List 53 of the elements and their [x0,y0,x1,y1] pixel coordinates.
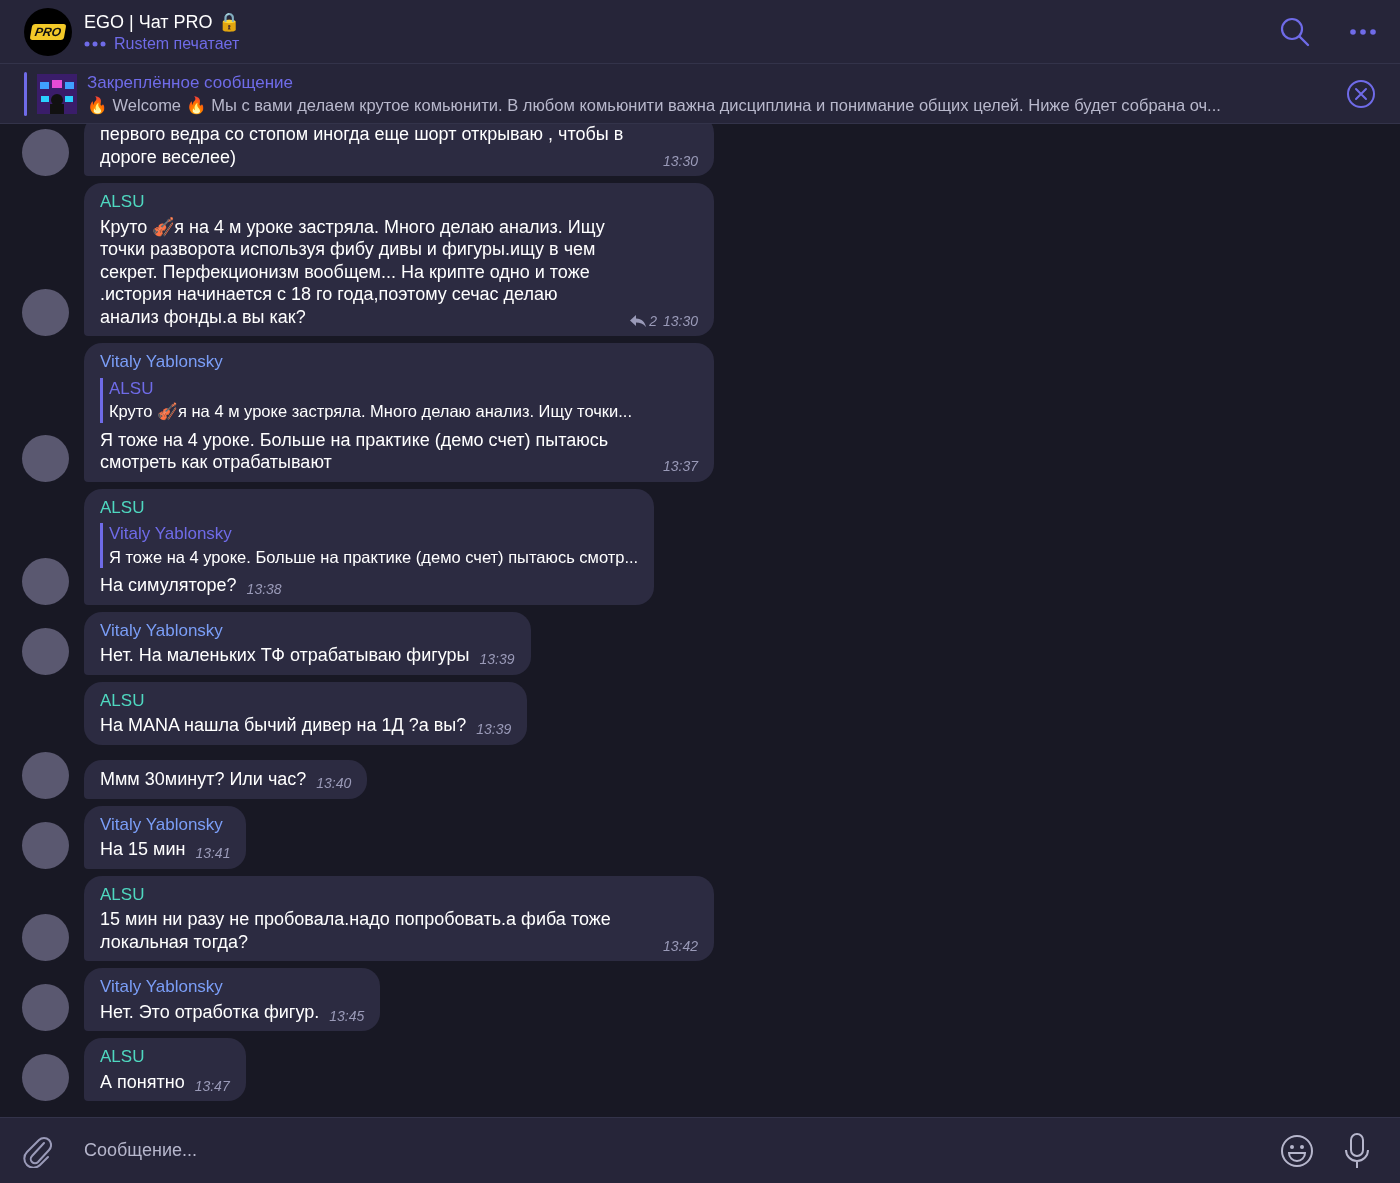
microphone-icon[interactable] [1344,1132,1370,1169]
sender-name: Vitaly Yablonsky [100,813,224,836]
sender-name: Vitaly Yablonsky [100,976,224,998]
sender-name: ALSU [100,1046,146,1068]
pinned-text: 🔥 Welcome 🔥 Мы с вами делаем крутое комьюнити. В любом комьюнити важна дисциплина и понимание общих целей. Ниже будет собрана оч... [87,95,1222,115]
quoted-sender: Vitaly Yablonsky [109,523,233,545]
search-icon[interactable] [1280,16,1310,47]
message-time: 13:47 [194,1076,230,1096]
message-time: 13:40 [316,774,352,793]
sender-name: Vitaly Yablonsky [100,351,224,373]
message-text: Нет. Это отработка фигур. [100,1000,320,1023]
sender-name: ALSU [100,883,146,906]
chat-title: EGO | Чат PRO 🔒 [84,10,240,33]
pinned-label: Закреплённое сообщение [87,72,294,93]
close-icon[interactable] [1346,78,1376,109]
message-text: Нет. На маленьких ТФ отрабатываю фигуры [100,644,470,667]
reply-quote[interactable]: Vitaly Yablonsky Я тоже на 4 уроке. Больше на практике (демо счет) пытаюсь смотр... [100,523,639,568]
message-input[interactable]: Сообщение... [82,1139,1280,1162]
typing-status: Rustem печатает [114,34,240,53]
sender-name: Vitaly Yablonsky [100,619,224,642]
message-time: 13:39 [476,720,512,739]
message-text: Ммм 30минут? Или час? [100,768,307,791]
quoted-sender: ALSU [109,377,155,400]
message-time: 13:38 [246,580,282,599]
message-time: 13:41 [195,844,231,863]
message-time: 13:39 [479,650,515,669]
message-time: 13:42 [662,936,698,956]
more-icon[interactable] [1350,28,1376,35]
message-time: 13:30 [662,151,698,171]
emoji-icon[interactable] [1280,1133,1314,1168]
message-text: А понятно [100,1070,185,1093]
sender-name: ALSU [100,496,146,519]
quoted-text: Я тоже на 4 уроке. Больше на практике (демо счет) пытаюсь смотр... [109,546,639,568]
message-time: 13:37 [662,457,698,476]
message-text: Круто 🎻я на 4 м уроке застряла. Много делаю анализ. Ищу точки разворота используя фибу дивы и фигуры.ищу в чем секрет. Перфекционизм вообщем... На крипте одно и тоже .история начинается с 18 го года,поэтому сечас делаю анализ фонды.а вы как? [100,215,606,328]
reply-count[interactable]: 2 [649,309,657,332]
message-text: На симуляторе? [100,574,237,597]
reply-quote[interactable]: ALSU Круто 🎻я на 4 м уроке застряла. Много делаю анализ. Ищу точки... [100,377,698,423]
message-text: Я тоже на 4 уроке. Больше на практике (демо счет) пытаюсь смотреть как отрабатывают [100,428,610,474]
pinned-message-bar[interactable]: Закреплённое сообщение 🔥 Welcome 🔥 Мы с вами делаем крутое комьюнити. В любом комьюнити важна дисциплина и понимание общих целей. Ниже будет собрана оч... [0,64,1400,124]
pinned-thumbnail [37,73,77,114]
reply-arrow-icon[interactable] [630,314,647,327]
message-text: 15 мин ни разу не пробовала.надо попробовать.а фиба тоже локальная тогда? [100,908,612,953]
sender-name: ALSU [100,689,146,712]
message-text: На 15 мин [100,838,186,861]
message-text: На MANA нашла бычий дивер на 1Д ?а вы? [100,714,467,737]
quoted-text: Круто 🎻я на 4 м уроке застряла. Много делаю анализ. Ищу точки... [109,401,634,422]
message-composer[interactable]: Сообщение... [0,1117,1400,1183]
message-text: первого ведра со стопом иногда еще шорт открываю , чтобы в дороге веселее) [100,124,625,168]
message-time: 13:45 [329,1006,365,1026]
message-time: 13:30 [662,311,698,331]
logo-text: PRO [29,23,67,40]
sender-name: ALSU [100,191,146,213]
